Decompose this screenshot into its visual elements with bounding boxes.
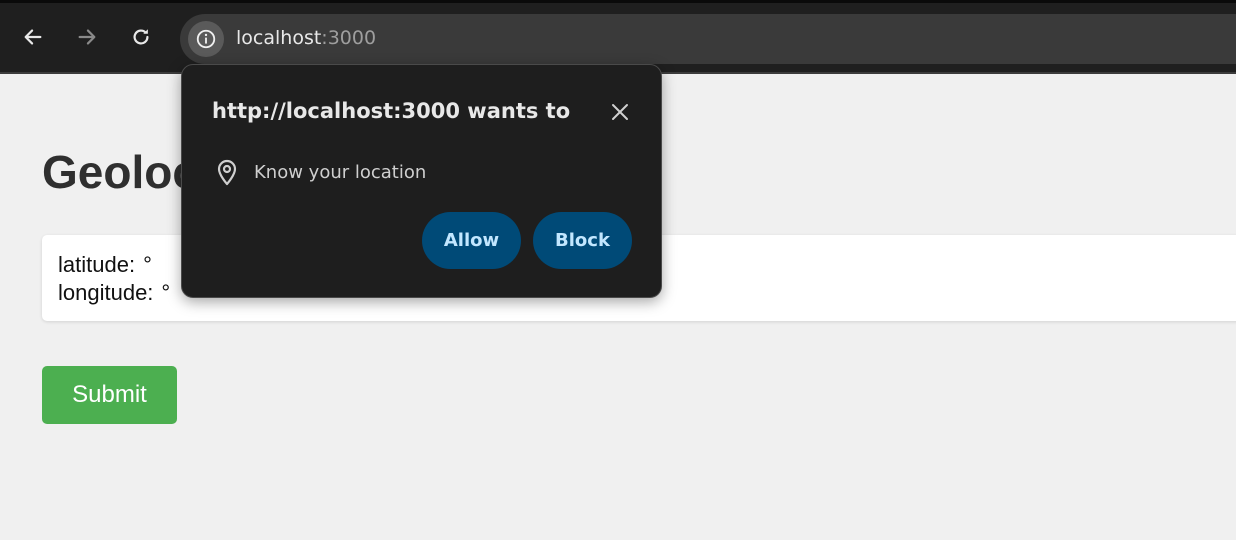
latitude-unit: ° — [143, 252, 152, 277]
close-icon — [612, 104, 628, 120]
location-pin-icon — [217, 159, 237, 186]
longitude-unit: ° — [161, 280, 171, 305]
address-bar[interactable]: localhost:3000 — [180, 14, 1236, 64]
block-button[interactable]: Block — [533, 212, 632, 269]
submit-button[interactable]: Submit — [42, 366, 177, 424]
longitude-row: longitude: ° — [58, 280, 170, 306]
browser-toolbar: localhost:3000 — [0, 0, 1236, 72]
site-info-button[interactable] — [188, 21, 224, 57]
popup-title: http://localhost:3000 wants to — [212, 99, 571, 123]
url-text: localhost:3000 — [236, 27, 376, 49]
url-host: localhost — [236, 27, 322, 49]
longitude-label: longitude: — [58, 280, 154, 305]
latitude-label: latitude: — [58, 252, 136, 277]
back-arrow-icon — [24, 29, 42, 45]
site-info-icon — [196, 29, 216, 49]
permission-text: Know your location — [254, 162, 427, 183]
permission-popup: http://localhost:3000 wants to Know your… — [181, 64, 662, 298]
reload-button[interactable] — [126, 22, 156, 52]
url-port: :3000 — [321, 27, 377, 49]
reload-icon — [133, 29, 149, 45]
latitude-row: latitude: ° — [58, 252, 152, 278]
forward-button[interactable] — [72, 22, 102, 52]
back-button[interactable] — [18, 22, 48, 52]
allow-button[interactable]: Allow — [422, 212, 521, 269]
forward-arrow-icon — [78, 29, 96, 45]
close-button[interactable] — [606, 98, 634, 126]
